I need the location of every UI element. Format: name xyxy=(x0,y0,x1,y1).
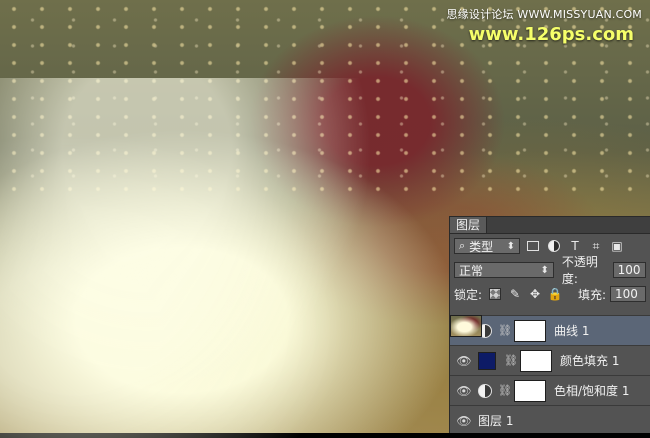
opacity-field[interactable]: 100 xyxy=(612,262,646,278)
lock-fill-row: 锁定: ✎ ✥ 🔒 填充: 100 xyxy=(450,282,650,306)
fill-label: 填充: xyxy=(577,287,606,302)
visibility-eye-icon[interactable]: 👁 xyxy=(456,353,472,369)
visibility-eye-icon[interactable]: 👁 xyxy=(456,383,472,399)
blend-mode-label: 正常 xyxy=(459,263,484,278)
blend-opacity-row: 正常 ⬍ 不透明度: 100 xyxy=(450,255,650,286)
type-icon: T xyxy=(571,239,579,253)
adjustment-icon xyxy=(548,240,560,252)
bridal-veil-overlay xyxy=(0,78,420,438)
search-icon: ⌕ xyxy=(459,239,466,252)
layer-name: 曲线 1 xyxy=(554,324,590,338)
lock-transparent-pixels-button[interactable] xyxy=(488,287,502,301)
lock-image-pixels-button[interactable]: ✎ xyxy=(508,287,522,301)
layer-mask-thumbnail xyxy=(520,349,552,372)
transparency-icon xyxy=(489,288,502,300)
layers-filter-row: ⌕ 类型 ⬍ T ⌗ ▣ xyxy=(450,234,650,258)
layer-row-layer-1[interactable]: 👁 图层 1 xyxy=(450,315,650,435)
lock-label: 锁定: xyxy=(454,287,483,302)
filter-kind-dropdown[interactable]: ⌕ 类型 ⬍ xyxy=(454,238,520,254)
hue-saturation-adjustment-icon xyxy=(478,383,492,398)
filter-smart-object-layers-button[interactable]: ▣ xyxy=(609,238,625,254)
opacity-label: 不透明度: xyxy=(561,255,598,286)
lock-all-button[interactable]: 🔒 xyxy=(547,287,563,301)
layer-row-hue-saturation-1[interactable]: 👁 ⛓ 色相/饱和度 1 xyxy=(450,375,650,405)
smart-object-icon: ▣ xyxy=(611,239,623,253)
shape-icon: ⌗ xyxy=(592,238,600,253)
visibility-eye-icon[interactable]: 👁 xyxy=(456,413,472,429)
fill-value: 100 xyxy=(615,287,638,301)
layer-mask-thumbnail xyxy=(514,319,546,342)
layer-thumbnail xyxy=(450,315,482,337)
lock-icon: 🔒 xyxy=(547,287,563,301)
link-icon: ⛓ xyxy=(498,324,512,337)
brush-icon: ✎ xyxy=(510,287,521,301)
layers-panel-tabbar: 图层 xyxy=(450,217,650,234)
filter-type-layers-button[interactable]: T xyxy=(567,238,583,254)
watermark-line-2: www.126ps.com xyxy=(468,24,634,45)
layer-name: 颜色填充 1 xyxy=(560,354,620,368)
layers-list: 👁 ⛓ 曲线 1 👁 ⛓ 颜色填充 1 👁 ⛓ 色相/饱和度 1 👁 图层 1 xyxy=(450,315,650,435)
lock-position-button[interactable]: ✥ xyxy=(528,287,542,301)
layer-row-color-fill-1[interactable]: 👁 ⛓ 颜色填充 1 xyxy=(450,345,650,375)
layer-name: 图层 1 xyxy=(478,414,514,428)
filter-adjustment-layers-button[interactable] xyxy=(546,238,562,254)
chevron-updown-icon: ⬍ xyxy=(506,240,515,252)
link-icon: ⛓ xyxy=(504,354,518,367)
layers-panel: 图层 ⌕ 类型 ⬍ T ⌗ ▣ 正常 ⬍ 不透明度: 100 锁定: ✎ ✥ 🔒… xyxy=(449,216,650,433)
tab-layers[interactable]: 图层 xyxy=(450,217,488,233)
layer-name: 色相/饱和度 1 xyxy=(554,384,630,398)
fill-field[interactable]: 100 xyxy=(610,286,646,302)
link-icon: ⛓ xyxy=(498,384,512,397)
move-icon: ✥ xyxy=(530,287,541,301)
filter-pixel-layers-button[interactable] xyxy=(525,238,541,254)
filter-kind-label: 类型 xyxy=(469,239,494,254)
watermark-line-1: 思缘设计论坛 WWW.MISSYUAN.COM xyxy=(446,8,642,21)
lock-icons: ✎ ✥ 🔒 xyxy=(488,287,568,301)
blend-mode-dropdown[interactable]: 正常 ⬍ xyxy=(454,262,554,278)
chevron-updown-icon: ⬍ xyxy=(540,264,549,276)
filter-shape-layers-button[interactable]: ⌗ xyxy=(588,238,604,254)
layer-mask-thumbnail xyxy=(514,379,546,402)
opacity-value: 100 xyxy=(617,263,641,277)
image-icon xyxy=(527,241,539,251)
color-fill-swatch xyxy=(478,351,496,370)
